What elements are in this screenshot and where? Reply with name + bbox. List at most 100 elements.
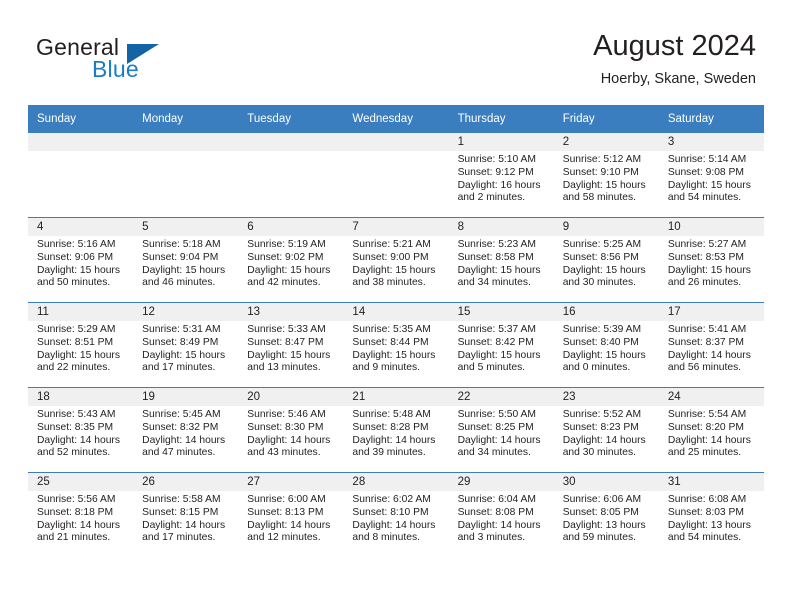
- calendar-day-cell[interactable]: 15 Sunrise: 5:37 AM Sunset: 8:42 PM Dayligh…: [448, 302, 554, 388]
- calendar-day-cell[interactable]: 12 Sunrise: 5:31 AM Sunset: 8:49 PM Dayligh…: [133, 302, 239, 388]
- sunrise-time: Sunrise: 5:43 AM: [37, 409, 116, 420]
- daylight-duration-line2: and 17 minutes.: [142, 532, 216, 544]
- daylight-duration-line2: and 47 minutes.: [142, 447, 216, 459]
- calendar-day-cell[interactable]: 11 Sunrise: 5:29 AM Sunset: 8:51 PM Dayligh…: [28, 302, 134, 388]
- calendar-day-cell[interactable]: 28 Sunrise: 6:02 AM Sunset: 8:10 PM Dayligh…: [343, 472, 449, 557]
- daylight-duration-line2: and 56 minutes.: [667, 362, 742, 374]
- calendar-day-cell[interactable]: 16 Sunrise: 5:39 AM Sunset: 8:40 PM Dayligh…: [553, 302, 659, 388]
- page-title: August 2024: [593, 30, 756, 62]
- daylight-duration-line1: Daylight: 13 hours: [667, 519, 751, 531]
- sunset-time: Sunset: 8:47 PM: [247, 336, 324, 348]
- sunset-time: Sunset: 8:15 PM: [142, 506, 219, 518]
- daylight-duration-line1: Daylight: 15 hours: [562, 264, 646, 276]
- calendar-day-cell[interactable]: 24 Sunrise: 5:54 AM Sunset: 8:20 PM Dayligh…: [658, 387, 764, 473]
- daylight-duration-line1: Daylight: 15 hours: [562, 179, 646, 191]
- day-number: [28, 133, 134, 151]
- day-number: 1: [448, 133, 554, 151]
- day-details: Sunrise: 5:50 AM Sunset: 8:25 PM Daylight:…: [449, 406, 554, 460]
- day-number: 16: [553, 303, 659, 321]
- brand-logo[interactable]: General Blue: [36, 34, 256, 90]
- day-number: 2: [553, 133, 659, 151]
- calendar-day-cell[interactable]: 26 Sunrise: 5:58 AM Sunset: 8:15 PM Dayligh…: [133, 472, 239, 557]
- day-number: 22: [448, 388, 554, 406]
- daylight-duration-line1: Daylight: 14 hours: [667, 434, 751, 446]
- day-number: 18: [28, 388, 134, 406]
- day-number: 6: [238, 218, 344, 236]
- sunrise-time: Sunrise: 5:12 AM: [562, 154, 642, 165]
- daylight-duration-line2: and 22 minutes.: [37, 362, 111, 374]
- calendar-day-cell[interactable]: 5 Sunrise: 5:18 AM Sunset: 9:04 PM Daylight…: [133, 217, 239, 303]
- sunset-time: Sunset: 8:13 PM: [247, 506, 324, 518]
- calendar-day-cell[interactable]: 19 Sunrise: 5:45 AM Sunset: 8:32 PM Dayligh…: [133, 387, 239, 473]
- calendar-day-cell[interactable]: 10 Sunrise: 5:27 AM Sunset: 8:53 PM Dayligh…: [658, 217, 764, 303]
- calendar-day-cell[interactable]: 8 Sunrise: 5:23 AM Sunset: 8:58 PM Daylight…: [448, 217, 554, 303]
- sunrise-time: Sunrise: 5:54 AM: [667, 409, 747, 420]
- sunset-time: Sunset: 9:08 PM: [667, 166, 744, 178]
- calendar-day-cell[interactable]: 21 Sunrise: 5:48 AM Sunset: 8:28 PM Dayligh…: [343, 387, 449, 473]
- title-block: August 2024 Hoerby, Skane, Sweden: [593, 28, 756, 90]
- daylight-duration-line2: and 34 minutes.: [457, 447, 531, 459]
- calendar-day-cell[interactable]: 4 Sunrise: 5:16 AM Sunset: 9:06 PM Daylight…: [28, 217, 134, 303]
- calendar-day-cell[interactable]: 3 Sunrise: 5:14 AM Sunset: 9:08 PM Daylight…: [658, 133, 764, 218]
- sunset-time: Sunset: 9:10 PM: [562, 166, 639, 178]
- day-details: Sunrise: 5:10 AM Sunset: 9:12 PM Daylight:…: [449, 151, 554, 205]
- calendar-day-cell[interactable]: 30 Sunrise: 6:06 AM Sunset: 8:05 PM Dayligh…: [553, 472, 659, 557]
- calendar-day-cell[interactable]: 1 Sunrise: 5:10 AM Sunset: 9:12 PM Daylight…: [448, 133, 554, 218]
- weekday-header-wednesday: Wednesday: [343, 105, 449, 133]
- calendar-day-cell[interactable]: 22 Sunrise: 5:50 AM Sunset: 8:25 PM Dayligh…: [448, 387, 554, 473]
- sunset-time: Sunset: 8:20 PM: [667, 421, 744, 433]
- sunrise-time: Sunrise: 6:02 AM: [352, 494, 431, 505]
- day-number: 9: [553, 218, 659, 236]
- daylight-duration-line1: Daylight: 14 hours: [37, 519, 120, 531]
- daylight-duration-line1: Daylight: 14 hours: [352, 434, 436, 446]
- daylight-duration-line2: and 34 minutes.: [457, 277, 531, 289]
- daylight-duration-line1: Daylight: 14 hours: [142, 519, 226, 531]
- day-details: Sunrise: 5:29 AM Sunset: 8:51 PM Daylight:…: [28, 321, 133, 375]
- calendar-day-cell[interactable]: 27 Sunrise: 6:00 AM Sunset: 8:13 PM Dayligh…: [238, 472, 344, 557]
- daylight-duration-line2: and 17 minutes.: [142, 362, 216, 374]
- calendar-day-cell[interactable]: 20 Sunrise: 5:46 AM Sunset: 8:30 PM Dayligh…: [238, 387, 344, 473]
- sunrise-time: Sunrise: 5:45 AM: [142, 409, 221, 420]
- brand-name-blue: Blue: [92, 56, 139, 82]
- calendar-day-cell[interactable]: 6 Sunrise: 5:19 AM Sunset: 9:02 PM Daylight…: [238, 217, 344, 303]
- day-number: 31: [658, 473, 764, 491]
- day-details: Sunrise: 5:19 AM Sunset: 9:02 PM Daylight:…: [238, 236, 343, 290]
- calendar-day-cell[interactable]: 2 Sunrise: 5:12 AM Sunset: 9:10 PM Daylight…: [553, 133, 659, 218]
- day-number: [343, 133, 449, 151]
- sunrise-time: Sunrise: 5:21 AM: [352, 239, 431, 250]
- calendar-day-cell[interactable]: 29 Sunrise: 6:04 AM Sunset: 8:08 PM Dayligh…: [448, 472, 554, 557]
- calendar-day-cell[interactable]: 23 Sunrise: 5:52 AM Sunset: 8:23 PM Dayligh…: [553, 387, 659, 473]
- daylight-duration-line2: and 46 minutes.: [142, 277, 216, 289]
- page-subtitle: Hoerby, Skane, Sweden: [600, 71, 756, 87]
- daylight-duration-line2: and 54 minutes.: [667, 532, 742, 544]
- daylight-duration-line1: Daylight: 16 hours: [457, 179, 541, 191]
- day-details: Sunrise: 5:56 AM Sunset: 8:18 PM Daylight:…: [28, 491, 133, 545]
- weekday-header-friday: Friday: [553, 105, 659, 133]
- daylight-duration-line2: and 43 minutes.: [247, 447, 321, 459]
- day-number: 4: [28, 218, 134, 236]
- calendar-day-cell[interactable]: 18 Sunrise: 5:43 AM Sunset: 8:35 PM Dayligh…: [28, 387, 134, 473]
- day-number: 7: [343, 218, 449, 236]
- calendar-day-cell[interactable]: 31 Sunrise: 6:08 AM Sunset: 8:03 PM Dayligh…: [658, 472, 764, 557]
- day-number: [133, 133, 239, 151]
- daylight-duration-line1: Daylight: 14 hours: [247, 519, 331, 531]
- day-details: Sunrise: 6:00 AM Sunset: 8:13 PM Daylight:…: [238, 491, 343, 545]
- day-details: Sunrise: 5:54 AM Sunset: 8:20 PM Daylight:…: [659, 406, 764, 460]
- daylight-duration-line1: Daylight: 15 hours: [37, 349, 120, 361]
- calendar-day-cell[interactable]: 17 Sunrise: 5:41 AM Sunset: 8:37 PM Dayligh…: [658, 302, 764, 388]
- day-details: Sunrise: 5:33 AM Sunset: 8:47 PM Daylight:…: [238, 321, 343, 375]
- calendar-day-cell[interactable]: 14 Sunrise: 5:35 AM Sunset: 8:44 PM Dayligh…: [343, 302, 449, 388]
- calendar-day-cell[interactable]: 13 Sunrise: 5:33 AM Sunset: 8:47 PM Dayligh…: [238, 302, 344, 388]
- day-number: 11: [28, 303, 134, 321]
- daylight-duration-line1: Daylight: 15 hours: [562, 349, 646, 361]
- daylight-duration-line1: Daylight: 15 hours: [457, 264, 541, 276]
- calendar-day-cell[interactable]: 25 Sunrise: 5:56 AM Sunset: 8:18 PM Dayligh…: [28, 472, 134, 557]
- calendar-week-row: 4 Sunrise: 5:16 AM Sunset: 9:06 PM Daylight…: [28, 217, 764, 303]
- day-number: 20: [238, 388, 344, 406]
- day-number: 26: [133, 473, 239, 491]
- sunset-time: Sunset: 8:49 PM: [142, 336, 219, 348]
- daylight-duration-line1: Daylight: 15 hours: [37, 264, 120, 276]
- calendar-day-cell[interactable]: 9 Sunrise: 5:25 AM Sunset: 8:56 PM Daylight…: [553, 217, 659, 303]
- daylight-duration-line1: Daylight: 15 hours: [352, 349, 436, 361]
- calendar-day-cell[interactable]: 7 Sunrise: 5:21 AM Sunset: 9:00 PM Daylight…: [343, 217, 449, 303]
